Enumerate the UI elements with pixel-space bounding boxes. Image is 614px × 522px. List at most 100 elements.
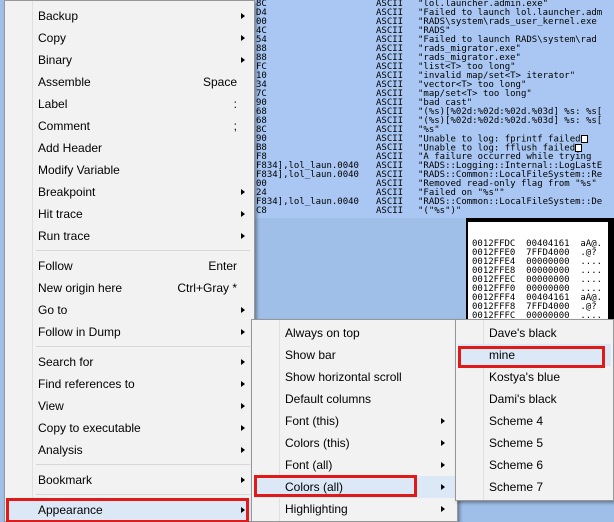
chevron-right-icon — [241, 189, 245, 195]
menu-item-analysis[interactable]: Analysis — [7, 439, 252, 461]
scheme-item-dave-s-black[interactable]: Dave's black — [458, 322, 611, 344]
menu-item-label: Bookmark — [38, 473, 93, 487]
submenu-item-show-horizontal-scroll[interactable]: Show horizontal scroll — [254, 366, 455, 388]
menu-item-label: Kostya's blue — [489, 370, 560, 384]
menu-item-label: Dave's black — [489, 326, 557, 340]
menu-separator — [36, 494, 250, 495]
menu-item-hit-trace[interactable]: Hit trace — [7, 203, 252, 225]
menu-item-add-header[interactable]: Add Header — [7, 137, 252, 159]
text-cursor-icon — [580, 135, 588, 143]
menu-item-run-trace[interactable]: Run trace — [7, 225, 252, 247]
chevron-right-icon — [241, 57, 245, 63]
menu-item-label: Assemble — [38, 75, 91, 89]
menu-item-go-to[interactable]: Go to — [7, 299, 252, 321]
menu-item-label: Follow — [38, 259, 73, 273]
scheme-item-scheme-6[interactable]: Scheme 6 — [458, 454, 611, 476]
scheme-item-dami-s-black[interactable]: Dami's black — [458, 388, 611, 410]
chevron-right-icon — [441, 418, 445, 424]
menu-separator — [36, 250, 250, 251]
dump-row-text: "(%s)[%02d:%02d:%02d.%03d] %s: %s[ — [418, 117, 602, 126]
scheme-item-mine[interactable]: mine — [458, 344, 611, 366]
menu-item-binary[interactable]: Binary — [7, 49, 252, 71]
menu-item-copy[interactable]: Copy — [7, 27, 252, 49]
menu-item-label: Always on top — [285, 326, 360, 340]
menu-item-label: Analysis — [38, 443, 83, 457]
chevron-right-icon — [241, 211, 245, 217]
menu-item-comment[interactable]: Comment; — [7, 115, 252, 137]
submenu-item-highlighting[interactable]: Highlighting — [254, 498, 455, 520]
scheme-item-scheme-7[interactable]: Scheme 7 — [458, 476, 611, 498]
menu-item-label: Find references to — [38, 377, 135, 391]
dump-row-string: "(%s)[%02d:%02d:%02d.%03d] %s: %s[ — [418, 116, 603, 126]
menu-item-find-references-to[interactable]: Find references to — [7, 373, 252, 395]
menu-item-follow[interactable]: Follow Enter — [7, 255, 252, 277]
submenu-item-font-all[interactable]: Font (all) — [254, 454, 455, 476]
chevron-right-icon — [241, 307, 245, 313]
dump-row-type: ASCII — [376, 206, 404, 216]
menu-item-label: Show bar — [285, 348, 336, 362]
menu-separator — [36, 464, 250, 465]
scheme-item-kostya-s-blue[interactable]: Kostya's blue — [458, 366, 611, 388]
chevron-right-icon — [241, 13, 245, 19]
menu-item-label: Appearance — [38, 503, 103, 517]
menu-item-label: Colors (this) — [285, 436, 350, 450]
menu-item-view[interactable]: View — [7, 395, 252, 417]
submenu-item-always-on-top[interactable]: Always on top — [254, 322, 455, 344]
menu-item-follow-in-dump[interactable]: Follow in Dump — [7, 321, 252, 343]
menu-item-shortcut: ; — [233, 119, 237, 133]
menu-item-new-origin-here[interactable]: New origin here Ctrl+Gray * — [7, 277, 252, 299]
menu-item-label: New origin here — [38, 281, 123, 295]
submenu-item-show-bar[interactable]: Show bar — [254, 344, 455, 366]
menu-item-label[interactable]: Label: — [7, 93, 252, 115]
dump-row-address: C8 — [256, 206, 267, 216]
chevron-right-icon — [241, 233, 245, 239]
dump-row-address: F834],lol_laun.0040 — [256, 197, 359, 207]
stack-row[interactable] — [468, 222, 608, 231]
menu-item-search-for[interactable]: Search for — [7, 351, 252, 373]
submenu-item-colors-all[interactable]: Colors (all) — [254, 476, 455, 498]
submenu-item-colors-this[interactable]: Colors (this) — [254, 432, 455, 454]
scheme-item-scheme-5[interactable]: Scheme 5 — [458, 432, 611, 454]
submenu-item-font-this[interactable]: Font (this) — [254, 410, 455, 432]
chevron-right-icon — [241, 35, 245, 41]
chevron-right-icon — [241, 447, 245, 453]
menu-item-appearance[interactable]: Appearance — [7, 499, 252, 521]
chevron-right-icon — [241, 425, 245, 431]
dump-row[interactable]: C8 ASCII "("%s")" — [250, 207, 614, 216]
submenu-item-default-columns[interactable]: Default columns — [254, 388, 455, 410]
chevron-right-icon — [241, 329, 245, 335]
menu-item-label: Binary — [38, 53, 73, 67]
menu-item-label: Default columns — [285, 392, 372, 406]
menu-item-label: Scheme 7 — [489, 480, 544, 494]
menu-item-breakpoint[interactable]: Breakpoint — [7, 181, 252, 203]
menu-item-label: Modify Variable — [38, 163, 120, 177]
menu-item-shortcut: Space — [202, 75, 237, 89]
menu-item-label: Follow in Dump — [38, 325, 121, 339]
menu-item-assemble[interactable]: Assemble Space — [7, 71, 252, 93]
menu-item-label: Font (this) — [285, 414, 340, 428]
menu-item-label: Copy to executable — [38, 421, 141, 435]
menu-item-label: Breakpoint — [38, 185, 96, 199]
menu-item-label: Scheme 4 — [489, 414, 544, 428]
menu-item-label: View — [38, 399, 64, 413]
scheme-item-scheme-4[interactable]: Scheme 4 — [458, 410, 611, 432]
menu-item-label: Dami's black — [489, 392, 557, 406]
chevron-right-icon — [241, 381, 245, 387]
menu-item-shortcut: : — [233, 97, 237, 111]
menu-item-copy-to-executable[interactable]: Copy to executable — [7, 417, 252, 439]
colors-all-submenu: Dave's black mine Kostya's blue Dami's blac… — [455, 319, 614, 501]
chevron-right-icon — [241, 403, 245, 409]
menu-item-label: Add Header — [38, 141, 103, 155]
menu-item-modify-variable[interactable]: Modify Variable — [7, 159, 252, 181]
menu-item-backup[interactable]: Backup — [7, 5, 252, 27]
menu-item-label: Font (all) — [285, 458, 333, 472]
chevron-right-icon — [241, 359, 245, 365]
menu-item-label: Copy — [38, 31, 67, 45]
menu-item-label: Scheme 6 — [489, 458, 544, 472]
menu-item-label: Label — [38, 97, 68, 111]
menu-item-label: Search for — [38, 355, 94, 369]
appearance-submenu: Always on top Show bar Show horizontal scr… — [251, 319, 458, 522]
dump-pane[interactable]: 8C ASCII "lol.launcher.admin.exe" D4 ASCII "F… — [250, 0, 614, 218]
dump-row-address: F834],lol_laun.0040 — [256, 170, 359, 180]
menu-item-bookmark[interactable]: Bookmark — [7, 469, 252, 491]
